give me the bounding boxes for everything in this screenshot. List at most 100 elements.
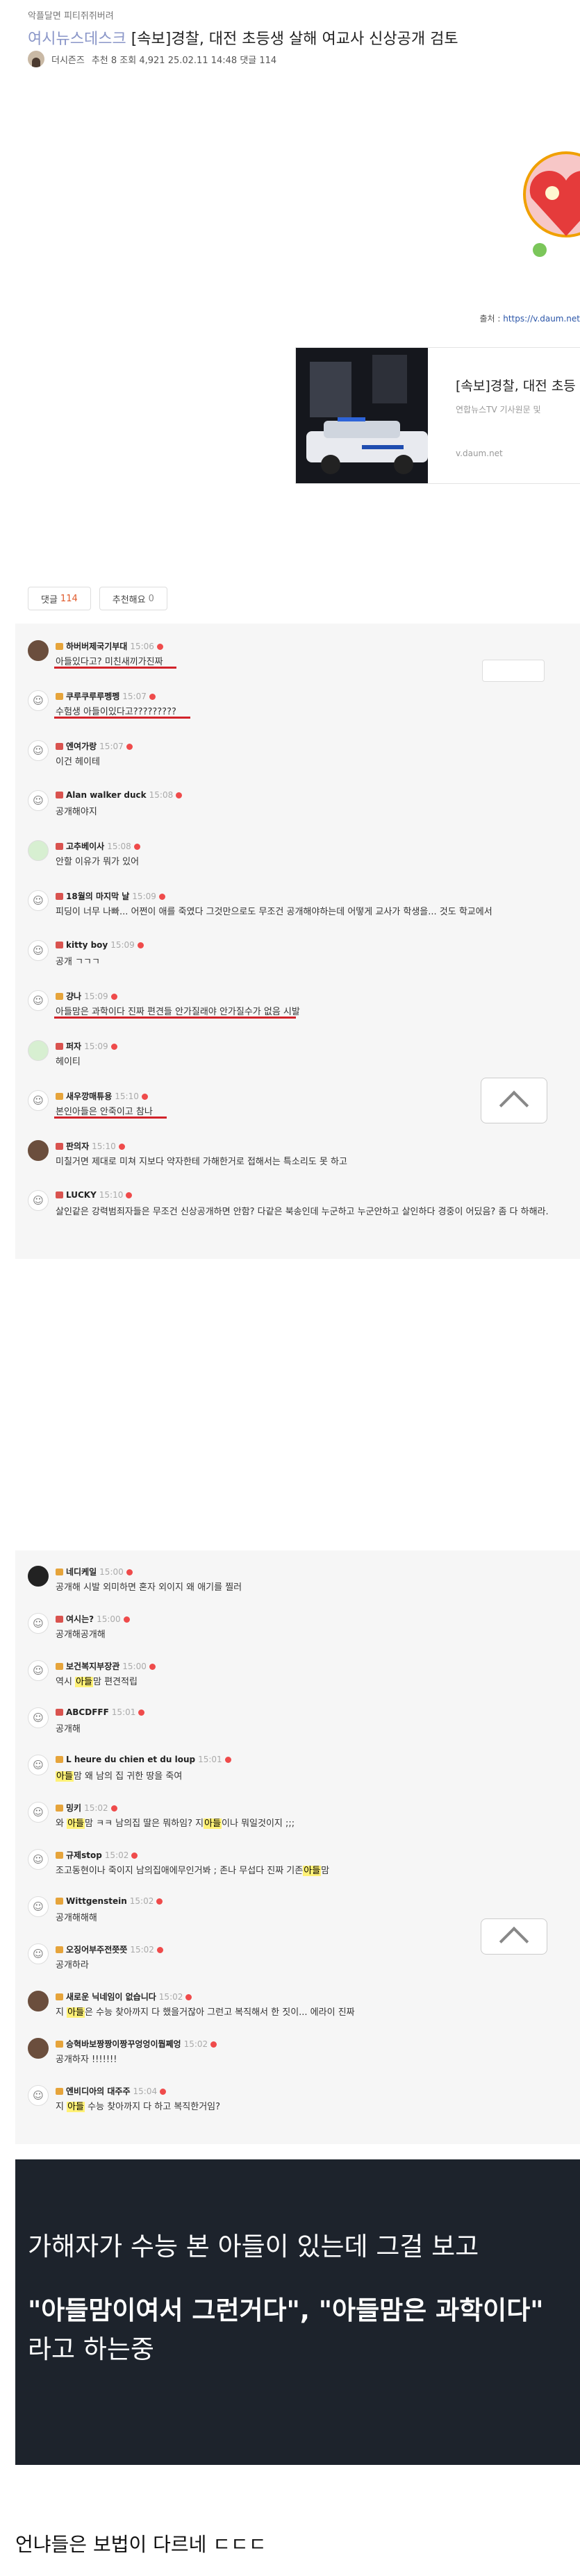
commenter-nick[interactable]: 엔비디아의 대주주 (66, 2086, 131, 2096)
commenter-avatar[interactable]: ☺ (28, 690, 49, 711)
badge-dot-icon (126, 744, 133, 750)
comment-time: 15:00 (122, 1662, 147, 1671)
badge-dot-icon (156, 644, 163, 650)
comment-menu-box[interactable] (482, 660, 545, 682)
comment-screenshot-2: 네디케일 15:00 공개해 시발 외미하면 혼자 외이지 왜 애기를 찔러 ☺ 여시는… (15, 1550, 580, 2144)
comment-time: 15:09 (110, 940, 135, 950)
grade-icon (56, 843, 63, 850)
commenter-nick[interactable]: L heure du chien et du loup (66, 1755, 195, 1764)
commenter-nick[interactable]: 고추베이사 (66, 842, 104, 851)
commenter-avatar[interactable] (28, 1140, 49, 1161)
comment-text: 공개해야지 (56, 807, 97, 817)
badge-dot-icon (141, 1094, 148, 1100)
commenter-avatar[interactable]: ☺ (28, 1849, 49, 1870)
commenter-avatar[interactable]: ☺ (28, 1943, 49, 1964)
comment-text: 수험생 아들이있다고????????? (56, 707, 176, 717)
commenter-nick[interactable]: 새우깡매튜용 (66, 1092, 112, 1101)
commenter-nick[interactable]: kitty boy (66, 940, 108, 950)
commenter-nick[interactable]: LUCKY (66, 1190, 97, 1200)
commenter-avatar[interactable]: ☺ (28, 1896, 49, 1917)
link-card-title[interactable]: [속보]경찰, 대전 초등 (456, 376, 576, 394)
breadcrumb[interactable]: 악플달면 피티쥐쥐버려 (28, 8, 114, 22)
commenter-nick[interactable]: 여시는? (66, 1614, 94, 1624)
grade-icon (56, 1805, 63, 1812)
comment-text: 아들있다고? 미친새끼가진짜 (56, 657, 163, 667)
commenter-avatar[interactable]: ☺ (28, 1755, 49, 1775)
commenter-nick[interactable]: 네디케일 (66, 1567, 97, 1577)
comment-header: 엔여가랑 15:07 (56, 740, 133, 752)
board-name[interactable]: 여시뉴스데스크 (28, 31, 126, 48)
grade-icon (56, 1191, 63, 1198)
commenter-avatar[interactable] (28, 840, 49, 861)
commenter-avatar[interactable]: ☺ (28, 2085, 49, 2106)
commenter-avatar[interactable] (28, 1566, 49, 1587)
caption-panel: 가해자가 수능 본 아들이 있는데 그걸 보고 "아들맘이여서 그런거다", "… (15, 2159, 580, 2465)
comment-time: 15:02 (158, 1992, 183, 2002)
commenter-nick[interactable]: 엔여가랑 (66, 742, 97, 751)
commenter-avatar[interactable] (28, 2038, 49, 2059)
commenter-nick[interactable]: Wittgenstein (66, 1896, 127, 1906)
comment-header: 승혁바보짱짱이짱꾸엉엉이뭡쩨엉 15:02 (56, 2038, 217, 2050)
scroll-top-button[interactable] (481, 1078, 547, 1123)
commenter-nick[interactable]: 승혁바보짱짱이짱꾸엉엉이뭡쩨엉 (66, 2039, 181, 2049)
comment-time: 15:01 (111, 1707, 136, 1717)
footer-comment: 언냐들은 보법이 다르네 ㄷㄷㄷ (15, 2533, 267, 2556)
commenter-avatar[interactable]: ☺ (28, 990, 49, 1011)
commenter-avatar[interactable]: ☺ (28, 790, 49, 811)
comment-text: 역시 아들맘 편견적립 (56, 1677, 138, 1687)
commenter-avatar[interactable]: ☺ (28, 890, 49, 911)
commenter-nick[interactable]: 걍나 (66, 992, 81, 1001)
badge-dot-icon (158, 894, 165, 900)
commenter-nick[interactable]: 쿠루쿠루루펭펭 (66, 692, 119, 701)
commenter-nick[interactable]: 새로운 닉네임이 없습니다 (66, 1992, 156, 2002)
author-name[interactable]: 더시즌즈 (51, 53, 85, 66)
tab-recommend[interactable]: 추천해요 0 (99, 587, 167, 610)
comment-tabs: 댓글 114 추천해요 0 (28, 587, 167, 610)
comment-header: 고추베이사 15:08 (56, 840, 140, 852)
caption-line-1: 가해자가 수능 본 아들이 있는데 그걸 보고 (28, 2232, 479, 2261)
badge-dot-icon (156, 1898, 163, 1905)
tab-comments[interactable]: 댓글 114 (28, 587, 91, 610)
author-avatar[interactable] (28, 51, 44, 67)
commenter-nick[interactable]: 판의자 (66, 1141, 89, 1151)
comment-header: 오징어부주전쯧쯧 15:02 (56, 1943, 163, 1955)
commenter-avatar[interactable] (28, 640, 49, 661)
badge-dot-icon (185, 1994, 192, 2000)
commenter-nick[interactable]: 보건복지부장관 (66, 1662, 119, 1671)
commenter-avatar[interactable] (28, 1040, 49, 1061)
commenter-nick[interactable]: ABCDFFF (66, 1707, 109, 1717)
commenter-avatar[interactable]: ☺ (28, 940, 49, 961)
comment-header: 보건복지부장관 15:00 (56, 1660, 156, 1672)
commenter-avatar[interactable]: ☺ (28, 1613, 49, 1634)
commenter-nick[interactable]: 18월의 마지막 날 (66, 892, 129, 901)
commenter-nick[interactable]: 퍼자 (66, 1042, 81, 1051)
news-link-card[interactable]: [속보]경찰, 대전 초등 연합뉴스TV 기사원문 및 v.daum.net (295, 347, 580, 484)
commenter-nick[interactable]: 하버버제국기부대 (66, 642, 127, 651)
commenter-nick[interactable]: 오징어부주전쯧쯧 (66, 1945, 127, 1955)
commenter-avatar[interactable]: ☺ (28, 1090, 49, 1111)
comment-text: 아들맘은 과학이다 진짜 편견들 안가질래야 안가질수가 없음 시발 (56, 1007, 300, 1017)
grade-icon (56, 1616, 63, 1623)
comment-text: 살인같은 강력범죄자들은 무조건 신상공개하면 안함? 다같은 북송인데 누군하… (56, 1207, 549, 1217)
comment-text: 안할 이유가 뭐가 있어 (56, 857, 140, 867)
commenter-nick[interactable]: 규제stop (66, 1850, 102, 1860)
badge-dot-icon (160, 2089, 167, 2095)
comment-text: 공개해 시발 외미하면 혼자 외이지 왜 애기를 찔러 (56, 1582, 242, 1593)
commenter-nick[interactable]: Alan walker duck (66, 790, 147, 800)
commenter-avatar[interactable]: ☺ (28, 1190, 49, 1211)
badge-dot-icon (118, 1144, 125, 1150)
grade-icon (56, 1852, 63, 1859)
commenter-avatar[interactable]: ☺ (28, 1660, 49, 1681)
comment-text: 본인아들은 안죽이고 참나 (56, 1107, 153, 1117)
commenter-avatar[interactable]: ☺ (28, 740, 49, 761)
commenter-avatar[interactable] (28, 1991, 49, 2012)
commenter-avatar[interactable]: ☺ (28, 1707, 49, 1728)
chevron-up-icon (499, 1090, 529, 1121)
comment-header: 규제stop 15:02 (56, 1849, 138, 1861)
caption-quote: "아들맘이여서 그런거다", "아들맘은 과학이다" (28, 2295, 544, 2325)
commenter-avatar[interactable]: ☺ (28, 1802, 49, 1823)
source-link[interactable]: https://v.daum.net (503, 314, 580, 324)
caption-rest: 라고 하는중 (28, 2334, 154, 2364)
scroll-top-button-2[interactable] (481, 1918, 547, 1957)
commenter-nick[interactable]: 밍키 (66, 1803, 81, 1813)
